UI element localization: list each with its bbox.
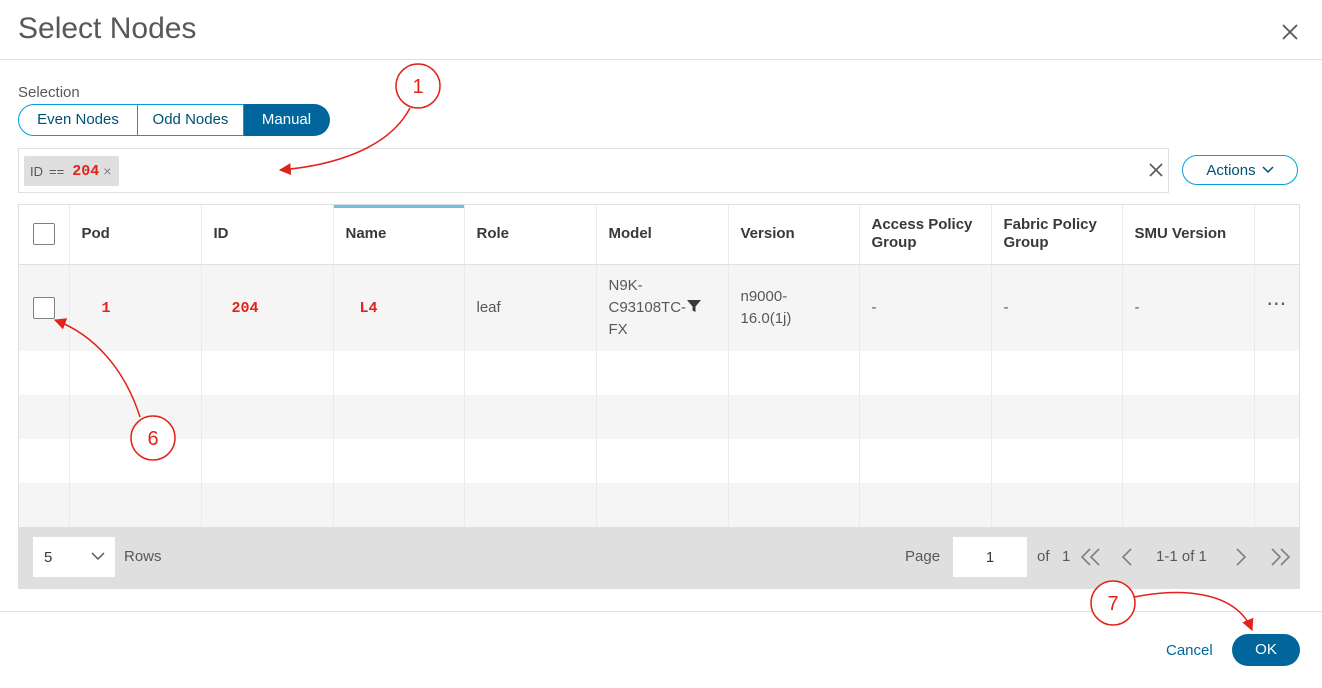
cell-role: leaf xyxy=(464,264,597,351)
column-header-name[interactable]: Name xyxy=(333,205,465,265)
of-label: of xyxy=(1037,548,1050,565)
nodes-table: Pod ID Name Role Model Version Access Po… xyxy=(18,204,1300,589)
cell-model-line2: C93108TC- xyxy=(608,298,687,316)
filter-chip-operator: == xyxy=(49,163,65,179)
total-pages: 1 xyxy=(1062,548,1071,565)
cell-version: n9000- 16.0(1j) xyxy=(728,264,860,351)
empty-row xyxy=(19,439,1299,483)
filter-clear-icon[interactable] xyxy=(1146,160,1166,180)
odd-nodes-button[interactable]: Odd Nodes xyxy=(138,104,244,136)
selection-segmented-control: Even Nodes Odd Nodes Manual xyxy=(18,104,330,136)
close-icon[interactable] xyxy=(1278,20,1302,44)
filter-chip-remove-icon[interactable]: × xyxy=(103,163,111,179)
column-header-version[interactable]: Version xyxy=(728,205,860,265)
rows-per-page-value: 5 xyxy=(44,548,53,566)
ok-button[interactable]: OK xyxy=(1232,634,1300,666)
chevron-down-icon xyxy=(91,552,105,561)
column-header-id[interactable]: ID xyxy=(201,205,334,265)
rows-label: Rows xyxy=(124,548,162,565)
previous-page-icon[interactable] xyxy=(1120,547,1134,567)
empty-row xyxy=(19,351,1299,395)
column-header-access-policy-group[interactable]: Access Policy Group xyxy=(859,205,992,265)
cell-model-line1: N9K- xyxy=(608,276,643,294)
cell-version-line2: 16.0(1j) xyxy=(740,309,792,327)
cell-version-line1: n9000- xyxy=(740,287,788,305)
actions-button[interactable]: Actions xyxy=(1182,155,1298,185)
select-all-cell xyxy=(19,205,70,265)
filter-chip-value: 204 xyxy=(72,162,100,180)
table-row[interactable]: 1 204 L4 leaf N9K- C93108TC- FX n9000- 1… xyxy=(19,264,1299,351)
even-nodes-button[interactable]: Even Nodes xyxy=(18,104,138,136)
dialog-title: Select Nodes xyxy=(18,12,197,45)
chevron-down-icon xyxy=(1262,166,1274,174)
selection-label: Selection xyxy=(18,84,80,101)
footer-divider xyxy=(0,611,1322,612)
rows-per-page-select[interactable]: 5 xyxy=(32,536,116,578)
first-page-icon[interactable] xyxy=(1080,547,1102,567)
column-header-model[interactable]: Model xyxy=(596,205,729,265)
table-header-row: Pod ID Name Role Model Version Access Po… xyxy=(19,205,1299,265)
filter-bar[interactable]: ID == 204 × xyxy=(18,148,1169,193)
cell-fabric-policy-group: - xyxy=(991,264,1123,351)
pagination-bar: 5 Rows Page of 1 1-1 of 1 xyxy=(19,527,1299,589)
column-header-fabric-policy-group[interactable]: Fabric Policy Group xyxy=(991,205,1123,265)
page-range-label: 1-1 of 1 xyxy=(1156,548,1207,565)
column-header-pod[interactable]: Pod xyxy=(69,205,202,265)
more-options-icon[interactable]: ⋯ xyxy=(1266,293,1287,315)
cell-model-line3: FX xyxy=(608,320,628,338)
filter-chip: ID == 204 × xyxy=(24,156,120,186)
column-header-actions xyxy=(1254,205,1299,265)
cell-model: N9K- C93108TC- FX xyxy=(596,264,729,351)
row-more-cell: ⋯ xyxy=(1254,264,1299,351)
cancel-button[interactable]: Cancel xyxy=(1166,642,1213,659)
page-label: Page xyxy=(905,548,941,565)
filter-chip-key: ID xyxy=(30,163,43,179)
column-header-role[interactable]: Role xyxy=(464,205,597,265)
annotation-circle xyxy=(395,63,441,109)
empty-row xyxy=(19,483,1299,527)
cell-id: 204 xyxy=(231,299,259,317)
next-page-icon[interactable] xyxy=(1234,547,1248,567)
column-header-smu-version[interactable]: SMU Version xyxy=(1122,205,1255,265)
row-checkbox[interactable] xyxy=(32,296,55,319)
actions-label: Actions xyxy=(1206,161,1256,179)
cell-smu-version: - xyxy=(1122,264,1255,351)
cell-access-policy-group: - xyxy=(859,264,992,351)
page-number-input[interactable] xyxy=(952,536,1028,578)
last-page-icon[interactable] xyxy=(1269,547,1291,567)
cell-name: L4 xyxy=(359,299,378,317)
cell-pod: 1 xyxy=(101,299,111,317)
annotation-number: 1 xyxy=(412,76,423,98)
dialog-header: Select Nodes xyxy=(0,0,1322,60)
filter-icon[interactable] xyxy=(686,298,702,314)
row-select-cell xyxy=(19,264,70,351)
select-all-checkbox[interactable] xyxy=(32,223,55,246)
manual-button[interactable]: Manual xyxy=(244,104,330,136)
empty-row xyxy=(19,395,1299,439)
